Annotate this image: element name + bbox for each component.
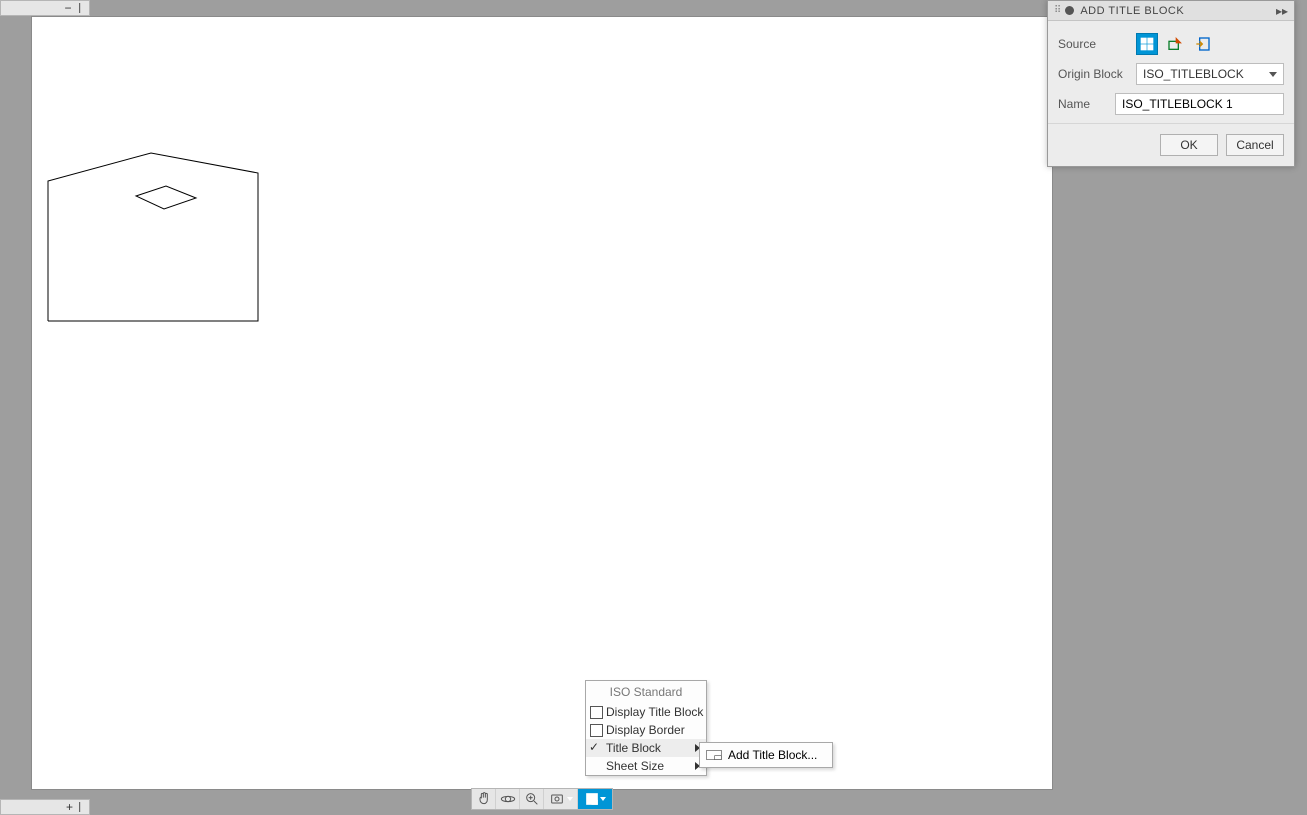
select-value: ISO_TITLEBLOCK [1143, 67, 1244, 81]
grip-icon: ⠿ [1054, 5, 1059, 16]
origin-block-select[interactable]: ISO_TITLEBLOCK [1136, 63, 1284, 85]
sheet-options-button[interactable] [578, 789, 612, 809]
menu-title-block[interactable]: Title Block [586, 739, 706, 757]
menu-label: Display Border [606, 723, 685, 737]
dialog-titlebar[interactable]: ⠿ ADD TITLE BLOCK ▸▸ [1048, 1, 1294, 21]
source-import-button[interactable] [1192, 33, 1214, 55]
menu-label: Add Title Block... [728, 748, 817, 762]
pan-button[interactable] [472, 789, 496, 809]
pin-icon[interactable]: ▸▸ [1276, 4, 1288, 18]
cancel-button[interactable]: Cancel [1226, 134, 1284, 156]
collapse-icon: − [63, 1, 73, 15]
ok-button[interactable]: OK [1160, 134, 1218, 156]
add-title-block-dialog: ⠿ ADD TITLE BLOCK ▸▸ Source Origin Block [1047, 0, 1295, 167]
view-toolbar [471, 788, 613, 810]
drag-handle-icon [79, 3, 81, 13]
label-origin-block: Origin Block [1058, 67, 1126, 81]
dialog-footer: OK Cancel [1048, 123, 1294, 166]
top-panel-handle[interactable]: − [0, 0, 90, 16]
source-sketch-button[interactable] [1164, 33, 1186, 55]
menu-display-title-block[interactable]: Display Title Block [586, 703, 706, 721]
dialog-title: ADD TITLE BLOCK [1080, 5, 1270, 17]
menu-label: Sheet Size [606, 759, 664, 773]
title-block-submenu: Add Title Block... [699, 742, 833, 768]
drawing-canvas[interactable] [31, 16, 1053, 790]
chevron-down-icon [567, 789, 573, 809]
menu-add-title-block[interactable]: Add Title Block... [700, 743, 832, 767]
context-menu-header: ISO Standard [586, 681, 706, 703]
label-source: Source [1058, 37, 1126, 51]
menu-display-border[interactable]: Display Border [586, 721, 706, 739]
source-buttons [1136, 33, 1214, 55]
dialog-body: Source Origin Block ISO_TITLEBLOCK N [1048, 21, 1294, 123]
sketch-shape [46, 143, 260, 323]
menu-label: Display Title Block [606, 705, 703, 719]
label-name: Name [1058, 97, 1105, 111]
button-label: Cancel [1236, 138, 1273, 152]
bottom-panel-handle[interactable]: + [0, 799, 90, 815]
chevron-down-icon [600, 789, 606, 809]
chevron-right-icon [679, 759, 700, 773]
menu-sheet-size[interactable]: Sheet Size [586, 757, 706, 775]
orbit-button[interactable] [496, 789, 520, 809]
expand-icon: + [66, 800, 73, 814]
drag-handle-icon [79, 802, 81, 812]
chevron-down-icon [1269, 72, 1277, 77]
display-settings-button[interactable] [544, 789, 578, 809]
button-label: OK [1180, 138, 1197, 152]
zoom-button[interactable] [520, 789, 544, 809]
title-block-icon [706, 748, 722, 762]
sheet-context-menu: ISO Standard Display Title Block Display… [585, 680, 707, 776]
bullet-icon [1065, 6, 1074, 15]
name-input[interactable] [1115, 93, 1284, 115]
chevron-right-icon [679, 741, 700, 755]
menu-label: Title Block [606, 741, 661, 755]
source-library-button[interactable] [1136, 33, 1158, 55]
